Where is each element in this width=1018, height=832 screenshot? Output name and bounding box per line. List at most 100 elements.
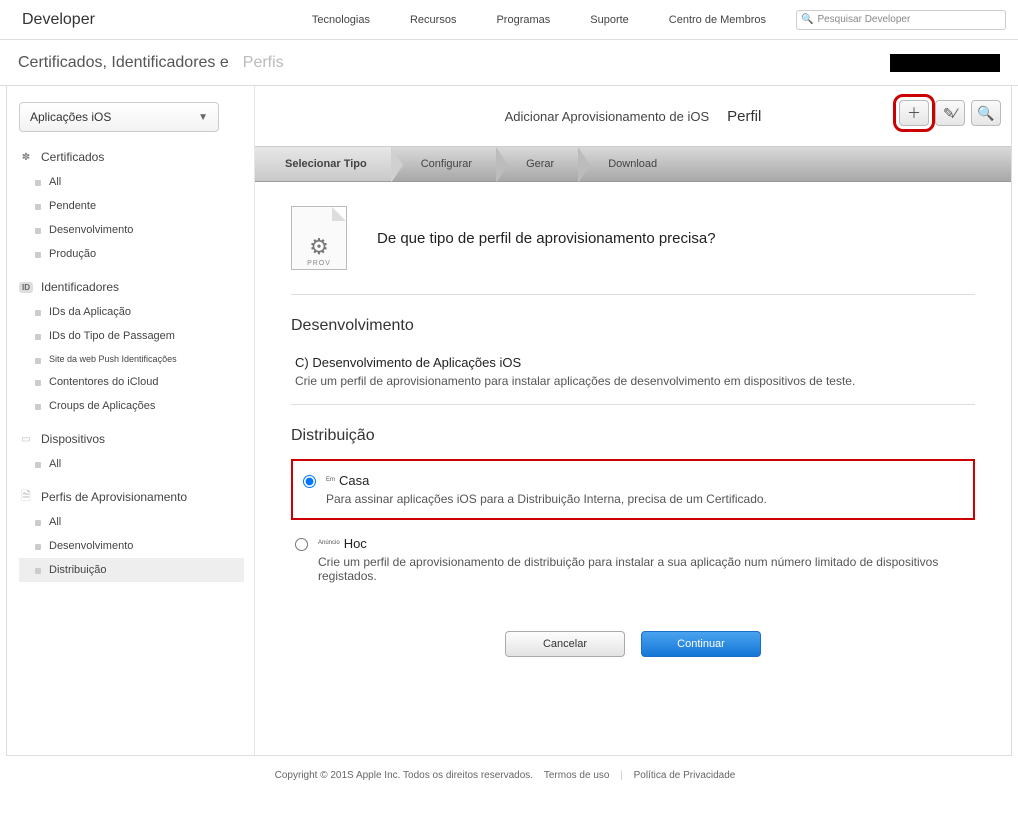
device-icon [19, 432, 33, 446]
step-label: Download [608, 158, 657, 170]
section-devices-label: Dispositivos [41, 432, 105, 446]
content: Adicionar Aprovisionamento de iOS Perfil… [255, 86, 1011, 755]
nav-recursos[interactable]: Recursos [410, 14, 456, 26]
search-placeholder: Pesquisar Developer [817, 14, 910, 25]
edit-button[interactable]: ✎⁄ [935, 100, 965, 126]
wizard-body: ⚙ PROV De que tipo de perfil de aprovisi… [255, 182, 1011, 677]
sidebar-item[interactable]: Desenvolvimento [19, 534, 244, 558]
continue-button-label: Continuar [677, 638, 725, 650]
platform-label: Aplicações iOS [30, 110, 111, 124]
breadcrumb-suffix: Perfis [243, 54, 284, 72]
distribution-section-title: Distribuição [291, 427, 975, 445]
option-desc: Crie um perfil de aprovisionamento para … [295, 374, 855, 388]
sidebar-item[interactable]: All [19, 170, 244, 194]
header-prefix: Adicionar Aprovisionamento de iOS [505, 109, 710, 124]
id-badge-icon: ID [19, 280, 33, 294]
sidebar-item[interactable]: Contentores do iCloud [19, 370, 244, 394]
development-section-title: Desenvolvimento [291, 317, 975, 335]
nav-programas[interactable]: Programas [496, 14, 550, 26]
divider [291, 404, 975, 405]
step-select-type[interactable]: Selecionar Tipo [255, 147, 391, 181]
step-label: Configurar [421, 158, 472, 170]
option-label: Em Casa [326, 473, 767, 488]
provisioning-file-icon: ⚙ PROV [291, 206, 347, 270]
sidebar-item[interactable]: Pendente [19, 194, 244, 218]
option-in-house[interactable]: Em Casa Para assinar aplicações iOS para … [299, 467, 967, 512]
wizard-steps: Selecionar Tipo Configurar Gerar Downloa… [255, 146, 1011, 182]
step-label: Selecionar Tipo [285, 158, 367, 170]
continue-button[interactable]: Continuar [641, 631, 761, 657]
sidebar-item[interactable]: All [19, 510, 244, 534]
sidebar-item[interactable]: IDs do Tipo de Passagem [19, 324, 244, 348]
footer-terms[interactable]: Termos de uso [544, 770, 610, 781]
option-label: Anúncio Hoc [318, 536, 971, 551]
nav-suporte[interactable]: Suporte [590, 14, 629, 26]
section-profiles: Perfis de Aprovisionamento [19, 490, 244, 504]
cancel-button-label: Cancelar [543, 638, 587, 650]
copyright: Copyright © 201S Apple Inc. Todos os dir… [275, 770, 533, 781]
sidebar-item[interactable]: Produção [19, 242, 244, 266]
search-icon: 🔍 [977, 105, 994, 122]
provfile-label: PROV [307, 260, 331, 267]
platform-dropdown[interactable]: Aplicações iOS ▼ [19, 102, 219, 132]
option-ad-hoc[interactable]: Anúncio Hoc Crie um perfil de aprovisiona… [291, 530, 975, 589]
nav-centro-membros[interactable]: Centro de Membros [669, 14, 766, 26]
account-badge[interactable] [890, 54, 1000, 72]
divider [291, 294, 975, 295]
sidebar-item[interactable]: Croups de Aplicações [19, 394, 244, 418]
sidebar: Aplicações iOS ▼ Certificados All Penden… [7, 86, 255, 755]
chevron-down-icon: ▼ [198, 112, 208, 123]
certificates-list: All Pendente Desenvolvimento Produção [19, 170, 244, 266]
section-certificates: Certificados [19, 150, 244, 164]
search-icon: 🔍 [801, 14, 813, 25]
footer-privacy[interactable]: Política de Privacidade [634, 770, 736, 781]
top-menu: Tecnologias Recursos Programas Suporte C… [312, 14, 766, 26]
option-sup: Anúncio [318, 540, 340, 546]
footer: Copyright © 201S Apple Inc. Todos os dir… [0, 756, 1018, 811]
section-profiles-label: Perfis de Aprovisionamento [41, 490, 187, 504]
nav-tecnologias[interactable]: Tecnologias [312, 14, 370, 26]
option-desc: Para assinar aplicações iOS para a Distr… [326, 492, 767, 506]
content-header: Adicionar Aprovisionamento de iOS Perfil… [255, 86, 1011, 146]
breadcrumb: Certificados, Identificadores e Perfis [0, 40, 1018, 86]
sidebar-item[interactable]: Site da web Push Identificações [19, 348, 244, 370]
wizard-buttons: Cancelar Continuar [291, 631, 975, 657]
step-download[interactable]: Download [578, 147, 681, 181]
header-suffix: Perfil [727, 108, 761, 125]
step-generate[interactable]: Gerar [496, 147, 578, 181]
radio-ad-hoc[interactable] [295, 538, 308, 551]
gear-icon [19, 150, 33, 164]
gear-icon: ⚙ [309, 234, 329, 260]
sidebar-item[interactable]: IDs da Aplicação [19, 300, 244, 324]
step-label: Gerar [526, 158, 554, 170]
sidebar-item-distribution[interactable]: Distribuição [19, 558, 244, 582]
breadcrumb-main: Certificados, Identificadores e [18, 54, 229, 72]
devices-list: All [19, 452, 244, 476]
section-identifiers-label: Identificadores [41, 280, 119, 294]
sidebar-item[interactable]: All [19, 452, 244, 476]
search-input[interactable]: 🔍 Pesquisar Developer [796, 10, 1006, 30]
sidebar-item[interactable]: Desenvolvimento [19, 218, 244, 242]
option-in-house-highlighted: Em Casa Para assinar aplicações iOS para … [291, 459, 975, 520]
add-profile-button[interactable]: ＋ [899, 100, 929, 126]
profiles-list: All Desenvolvimento Distribuição [19, 510, 244, 582]
option-desc: Crie um perfil de aprovisionamento de di… [318, 555, 971, 583]
cancel-button[interactable]: Cancelar [505, 631, 625, 657]
section-devices: Dispositivos [19, 432, 244, 446]
option-label: C) Desenvolvimento de Aplicações iOS [295, 355, 855, 370]
step-configure[interactable]: Configurar [391, 147, 496, 181]
document-icon [19, 490, 33, 504]
top-nav: Developer Tecnologias Recursos Programas… [0, 0, 1018, 40]
plus-icon: ＋ [907, 103, 921, 123]
option-sup: Em [326, 477, 335, 483]
option-label-text: Casa [339, 473, 369, 488]
section-identifiers: ID Identificadores [19, 280, 244, 294]
search-button[interactable]: 🔍 [971, 100, 1001, 126]
option-ios-development[interactable]: C) Desenvolvimento de Aplicações iOS Cri… [291, 349, 975, 394]
wizard-question: De que tipo de perfil de aprovisionament… [377, 230, 716, 247]
site-title: Developer [22, 11, 95, 29]
option-label-text: Hoc [344, 536, 367, 551]
radio-in-house[interactable] [303, 475, 316, 488]
footer-sep: | [620, 770, 623, 781]
section-certificates-label: Certificados [41, 150, 104, 164]
